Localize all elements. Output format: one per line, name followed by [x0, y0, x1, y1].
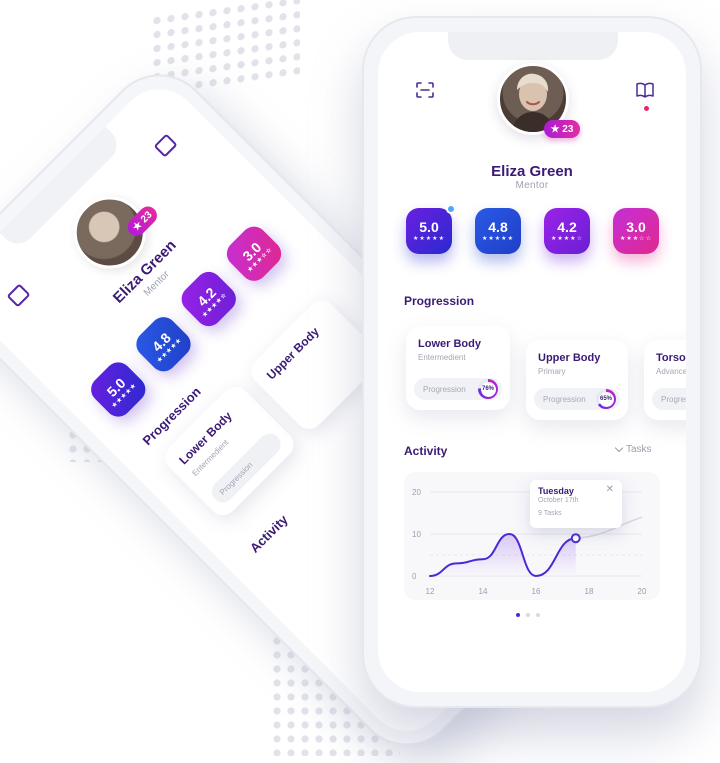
pager-dot[interactable] [526, 613, 530, 617]
progression-card-upper-body[interactable]: Upper Body Primary Progression 65% [526, 340, 628, 420]
progression-card-lower-body[interactable]: Lower Body Entermedient Progression 76% [406, 326, 510, 410]
x-tick-label: 14 [479, 587, 488, 596]
pager-dot[interactable] [536, 613, 540, 617]
rating-tile[interactable]: 4.2 ★★★★☆ [176, 266, 242, 332]
card-subtitle: Entermedient [418, 353, 466, 362]
tasks-filter-dropdown[interactable]: Tasks [614, 443, 652, 455]
area-fill [430, 534, 576, 576]
book-icon[interactable] [153, 133, 178, 158]
card-subtitle: Primary [538, 367, 566, 376]
progress-pill: Progression [207, 429, 286, 507]
rating-tile[interactable]: 5.0 ★★★★★ [85, 356, 151, 423]
card-title: Upper Body [263, 324, 322, 383]
rating-stars: ★★★★★ [413, 236, 445, 242]
chart-tooltip: Tuesday October 17th 9 Tasks ✕ [530, 480, 622, 528]
front-phone-mockup: ★ 23 Eliza Green Mentor 5.0 ★★★★★ 4.8 ★★… [362, 16, 702, 708]
rating-value: 5.0 [419, 219, 439, 235]
avatar-badge: ★ 23 [544, 120, 580, 138]
progress-label: Progression [661, 394, 686, 404]
rating-tiles: 5.0 ★★★★★ 4.8 ★★★★★ 4.2 ★★★★☆ 3.0 ★★★☆☆ [406, 204, 659, 254]
section-title: Activity [246, 511, 291, 556]
y-tick-label: 10 [412, 530, 421, 539]
y-tick-label: 20 [412, 488, 421, 497]
progress-percent: 65% [598, 391, 614, 407]
phone-screen: ★ 23 Eliza Green Mentor 5.0 ★★★★★ 4.8 ★★… [378, 32, 686, 692]
rating-tile[interactable]: 4.2 ★★★★☆ [544, 208, 590, 254]
rating-tile[interactable]: 4.8 ★★★★★ [130, 311, 197, 377]
scan-icon[interactable] [6, 283, 31, 308]
x-tick-label: 16 [532, 587, 541, 596]
tooltip-day: Tuesday [538, 486, 574, 496]
scan-icon[interactable] [416, 82, 434, 98]
progress-pill: Progression [652, 388, 686, 410]
tooltip-tasks: 9 Tasks [538, 510, 562, 517]
progression-title: Progression [404, 294, 475, 308]
progress-ring: 76% [478, 379, 498, 399]
rating-tile[interactable]: 3.0 ★★★☆☆ [613, 208, 659, 254]
book-icon[interactable] [636, 82, 654, 98]
progress-label: Progression [543, 394, 586, 404]
card-subtitle: Advanced [656, 367, 686, 376]
x-tick-label: 12 [426, 587, 435, 596]
x-tick-label: 20 [638, 587, 647, 596]
notification-dot [644, 106, 649, 111]
card-title: Torso [656, 352, 686, 364]
progress-pill: Progression 76% [414, 378, 502, 400]
progress-label: Progression [423, 384, 466, 394]
close-icon[interactable]: ✕ [606, 484, 614, 495]
card-title: Upper Body [538, 352, 601, 364]
rating-tile[interactable]: 3.0 ★★★☆☆ [221, 221, 287, 287]
location-pin-icon [446, 204, 456, 214]
page-indicator[interactable] [516, 613, 540, 617]
progression-card-torso[interactable]: Torso Advanced Progression [644, 340, 686, 420]
rating-tile[interactable]: 4.8 ★★★★★ [475, 208, 521, 254]
data-point [570, 533, 581, 544]
chevron-down-icon [614, 443, 624, 453]
profile-name: Eliza Green [491, 163, 573, 180]
progress-percent: 76% [480, 381, 496, 397]
rating-stars: ★★★★☆ [551, 236, 583, 242]
activity-title: Activity [404, 444, 448, 458]
progress-ring: 65% [596, 389, 616, 409]
rating-value: 4.2 [557, 219, 577, 235]
x-tick-label: 18 [585, 587, 594, 596]
rating-stars: ★★★☆☆ [620, 236, 652, 242]
card-title: Lower Body [418, 338, 481, 350]
profile-role: Mentor [515, 180, 549, 191]
rating-value: 4.8 [488, 219, 508, 235]
phone-notch [448, 32, 618, 60]
rating-value: 3.0 [626, 219, 646, 235]
progress-pill: Progression 65% [534, 388, 620, 410]
filter-label: Tasks [626, 444, 652, 455]
pager-dot[interactable] [516, 613, 520, 617]
tooltip-date: October 17th [538, 497, 579, 504]
rating-stars: ★★★★★ [482, 236, 514, 242]
rating-tile[interactable]: 5.0 ★★★★★ [406, 204, 456, 254]
y-tick-label: 0 [412, 572, 417, 581]
